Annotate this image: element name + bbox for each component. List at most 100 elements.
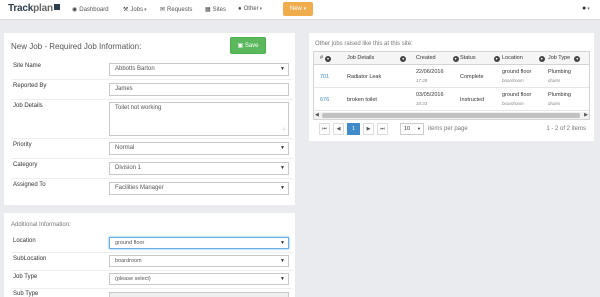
horizontal-scrollbar[interactable]: ◀ ▶ — [314, 112, 589, 119]
additional-info-panel: Additional Information: Location ground … — [4, 213, 295, 297]
job-id-link[interactable]: 701 — [320, 74, 329, 80]
scrollbar-thumb[interactable] — [322, 113, 580, 118]
location-select[interactable]: ground floor ▼ — [109, 237, 289, 249]
job-details-row: Job Details Toilet not working ∟ — [11, 100, 293, 139]
chevron-down-icon: ▾ — [144, 7, 147, 13]
sublocation-select[interactable]: boardroom ▼ — [109, 255, 289, 267]
priority-select[interactable]: Normal ▼ — [109, 142, 289, 155]
created-date-cell: 22/06/2016 — [416, 69, 444, 75]
prev-page-button[interactable]: ◀ — [333, 123, 344, 135]
chevron-down-icon: ▾ — [587, 6, 590, 12]
job-details-textarea[interactable]: Toilet not working ∟ — [109, 102, 289, 136]
column-menu-icon[interactable]: ▾ — [400, 56, 407, 62]
job-type-cell: Plumbing — [548, 69, 571, 75]
nav-dashboard[interactable]: ◉ Dashboard — [72, 6, 109, 13]
column-header-job-type[interactable]: Job Type ▾ — [548, 55, 581, 62]
chevron-down-icon: ▼ — [280, 165, 285, 171]
next-page-button[interactable]: ▶ — [363, 123, 374, 135]
new-button[interactable]: New ▾ — [283, 2, 313, 16]
job-id-link[interactable]: 676 — [320, 97, 329, 103]
nav-jobs[interactable]: ⚒ Jobs▾ — [123, 6, 147, 13]
reported-by-row: Reported By James — [11, 80, 293, 100]
table-row[interactable]: 676 broken toilet 03/05/2016 10:33 Instr… — [314, 88, 589, 111]
sub-type-row: Sub Type — [11, 289, 293, 297]
bullhorn-icon: ✉ — [160, 7, 166, 13]
category-select[interactable]: Division 1 ▼ — [109, 162, 289, 175]
pager: ⏮ ◀ 1 ▶ ⏭ 10 ▼ items per page 1 - 2 of 2 … — [313, 123, 590, 137]
sub-type-cell: drains — [548, 78, 561, 83]
nav-other[interactable]: ● Other▾ — [238, 6, 262, 12]
user-icon: ● — [582, 5, 587, 12]
page-button-current[interactable]: 1 — [347, 123, 360, 135]
user-menu[interactable]: ●▾ — [582, 5, 590, 12]
column-menu-icon[interactable]: ▾ — [493, 56, 500, 62]
reported-by-input[interactable]: James — [109, 83, 289, 96]
field-label: SubLocation — [13, 256, 47, 262]
per-page-label: items per page — [428, 126, 468, 132]
chevron-down-icon: ▼ — [280, 185, 285, 191]
first-page-button[interactable]: ⏮ — [319, 123, 330, 135]
column-menu-icon[interactable]: ▾ — [325, 56, 332, 62]
chevron-down-icon: ▼ — [280, 66, 285, 72]
circle-icon: ● — [238, 6, 242, 12]
site-name-row: Site Name Abbotts Barton ▼ — [11, 60, 293, 80]
table-row[interactable]: 701 Radiator Leak 22/06/2016 17:28 Compl… — [314, 65, 589, 88]
job-type-row: Job Type (please select) ▼ — [11, 271, 293, 289]
field-label: Site Name — [13, 63, 42, 69]
sublocation-cell: boardroom — [502, 78, 524, 83]
field-label: Category — [13, 162, 38, 168]
field-label: Assigned To — [13, 182, 46, 188]
location-cell: ground floor — [502, 92, 532, 98]
status-cell: Complete — [460, 74, 484, 80]
sub-type-select[interactable] — [109, 292, 289, 297]
trackplan-logo[interactable]: Trackplan — [8, 3, 60, 14]
job-type-cell: Plumbing — [548, 92, 571, 98]
column-header-created[interactable]: Created ▾ — [416, 55, 459, 62]
sublocation-row: SubLocation boardroom ▼ — [11, 253, 293, 271]
scroll-right-icon[interactable]: ▶ — [584, 112, 588, 118]
per-page-select[interactable]: 10 ▼ — [400, 123, 424, 135]
chevron-down-icon: ▼ — [280, 258, 285, 264]
field-label: Job Details — [13, 103, 43, 109]
column-header-number[interactable]: # ▾ — [320, 55, 332, 62]
job-details-cell: broken toilet — [347, 97, 377, 103]
resize-grip-icon[interactable]: ∟ — [282, 124, 287, 135]
chevron-down-icon: ▾ — [259, 6, 263, 12]
field-label: Priority — [13, 142, 32, 148]
column-header-status[interactable]: Status ▾ — [460, 55, 500, 62]
column-menu-icon[interactable]: ▾ — [574, 56, 581, 62]
sub-type-cell: drains — [548, 101, 561, 106]
chevron-down-icon: ▼ — [280, 240, 285, 246]
grid-header: # ▾ Job Details ▾ Created ▾ Status ▾ Locatio… — [314, 52, 589, 65]
column-header-location[interactable]: Location ▾ — [502, 55, 545, 62]
page-info: 1 - 2 of 2 items — [546, 126, 586, 132]
save-icon: ▣ — [237, 43, 244, 49]
nav-requests[interactable]: ✉ Requests — [160, 6, 192, 13]
top-navbar: Trackplan ◉ Dashboard ⚒ Jobs▾ ✉ Requests ▦ S… — [0, 0, 600, 20]
created-time-cell: 17:28 — [416, 78, 428, 83]
column-menu-icon[interactable]: ▾ — [452, 56, 459, 62]
column-header-job-details[interactable]: Job Details ▾ — [347, 55, 407, 62]
chevron-down-icon: ▼ — [280, 276, 285, 282]
sublocation-cell: boardroom — [502, 101, 524, 106]
last-page-button[interactable]: ⏭ — [377, 123, 388, 135]
site-name-select[interactable]: Abbotts Barton ▼ — [109, 63, 289, 76]
status-cell: Instructed — [460, 97, 485, 103]
nav-sites[interactable]: ▦ Sites — [205, 6, 226, 13]
assigned-to-select[interactable]: Facilities Manager ▼ — [109, 182, 289, 195]
job-type-select[interactable]: (please select) ▼ — [109, 273, 289, 285]
field-label: Reported By — [13, 83, 47, 89]
field-label: Sub Type — [13, 291, 39, 297]
other-jobs-panel: Other jobs raised like this at this site… — [309, 33, 594, 141]
job-form-panel: New Job - Required Job Information: ▣ Sa… — [4, 33, 295, 205]
chevron-down-icon: ▼ — [280, 145, 285, 151]
created-date-cell: 03/05/2016 — [416, 92, 444, 98]
column-menu-icon[interactable]: ▾ — [538, 56, 545, 62]
job-details-cell: Radiator Leak — [347, 74, 382, 80]
category-row: Category Division 1 ▼ — [11, 159, 293, 179]
building-icon: ▦ — [205, 7, 211, 13]
scroll-left-icon[interactable]: ◀ — [315, 112, 319, 118]
save-button[interactable]: ▣ Save — [230, 37, 266, 54]
dashboard-icon: ◉ — [72, 7, 78, 13]
section-title: Other jobs raised like this at this site… — [315, 41, 413, 47]
